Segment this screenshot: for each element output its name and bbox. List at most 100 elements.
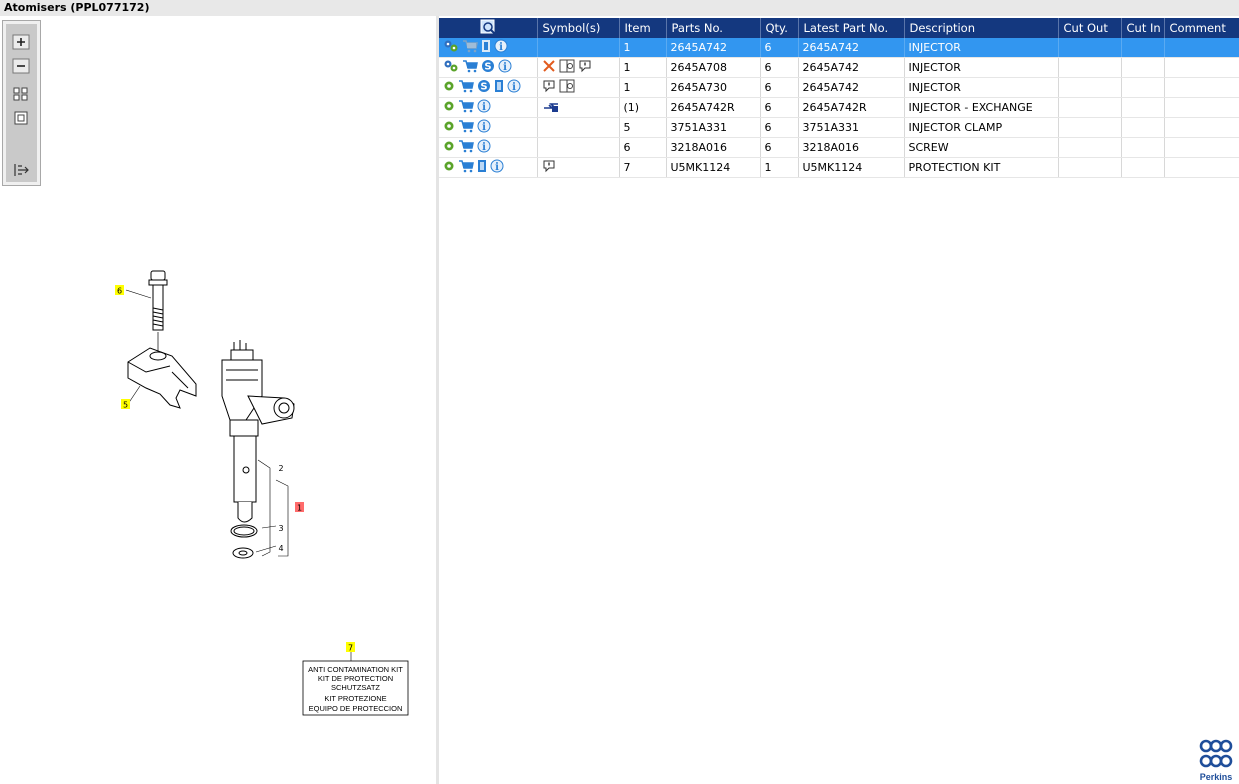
search-parts-icon[interactable]	[480, 19, 496, 35]
table-row[interactable]: Si 1 2645A708 6 2645A742 INJECTOR	[439, 57, 1239, 78]
cell-item: (1)	[619, 97, 667, 118]
gear-icon[interactable]	[443, 140, 455, 155]
cell-qty: 6	[760, 117, 799, 138]
cell-cut-out	[1058, 137, 1122, 158]
svg-text:i: i	[482, 122, 486, 133]
callout-6[interactable]: 6	[117, 287, 122, 296]
alert-icon[interactable]	[542, 159, 556, 176]
actual-size-button[interactable]	[11, 109, 31, 127]
fit-page-button[interactable]	[11, 85, 31, 103]
cell-cut-in	[1121, 38, 1165, 58]
callout-3[interactable]: 3	[278, 524, 283, 533]
svg-text:i: i	[482, 142, 486, 153]
table-row[interactable]: i (1) 2645A742R 6 2645A742R INJECTOR - EXCHAN…	[439, 97, 1239, 118]
cell-parts-no: 2645A742R	[666, 97, 761, 118]
brand-name: Perkins	[1199, 772, 1233, 782]
supersession-icon[interactable]: S	[477, 79, 491, 96]
cell-cut-in	[1121, 77, 1165, 98]
diagram-pane[interactable]: 6 5 2 1 3 4 7 ANTI CONTAMINATION KIT KIT…	[0, 16, 436, 784]
callout-2[interactable]: 2	[278, 464, 283, 473]
callout-5[interactable]: 5	[123, 401, 128, 410]
gear-icon[interactable]	[443, 160, 455, 175]
cogs-icon[interactable]	[443, 59, 459, 76]
cart-icon[interactable]	[458, 139, 474, 156]
cart-icon[interactable]	[458, 79, 474, 96]
cell-qty: 1	[760, 157, 799, 178]
row-actions: Si	[439, 57, 538, 78]
row-symbols	[537, 117, 620, 138]
injector-drawing[interactable]	[221, 340, 295, 523]
cell-item: 5	[619, 117, 667, 138]
cart-icon[interactable]	[458, 159, 474, 176]
table-row[interactable]: Si 1 2645A730 6 2645A742 INJECTOR	[439, 77, 1239, 98]
info-icon[interactable]: i	[498, 59, 512, 76]
cell-qty: 6	[760, 38, 799, 58]
info-icon[interactable]: i	[494, 39, 508, 56]
table-row[interactable]: i 6 3218A016 6 3218A016 SCREW	[439, 137, 1239, 158]
cart-icon[interactable]	[462, 39, 478, 56]
book-icon[interactable]	[559, 79, 575, 96]
column-header-symbols[interactable]: Symbol(s)	[537, 18, 620, 38]
cell-description: INJECTOR - EXCHANGE	[904, 97, 1059, 118]
cell-cut-out	[1058, 117, 1122, 138]
column-header-latest-part-no[interactable]: Latest Part No.	[798, 18, 905, 38]
cell-parts-no: 3218A016	[666, 137, 761, 158]
info-icon[interactable]: i	[477, 119, 491, 136]
column-header-description[interactable]: Description	[904, 18, 1059, 38]
gear-icon[interactable]	[443, 100, 455, 115]
column-header-cut-in[interactable]: Cut In	[1121, 18, 1165, 38]
cell-parts-no: U5MK1124	[666, 157, 761, 178]
table-row[interactable]: i 5 3751A331 6 3751A331 INJECTOR CLAMP	[439, 117, 1239, 138]
clamp-drawing[interactable]	[127, 347, 197, 409]
supersession-icon[interactable]: S	[481, 59, 495, 76]
callout-7[interactable]: 7	[348, 644, 353, 653]
cell-description: PROTECTION KIT	[904, 157, 1059, 178]
cart-icon[interactable]	[458, 99, 474, 116]
cross-icon[interactable]	[542, 59, 556, 76]
column-header-parts-no[interactable]: Parts No.	[666, 18, 761, 38]
exchange-icon[interactable]	[542, 99, 560, 116]
kit-label-line: EQUIPO DE PROTECCION	[309, 704, 403, 713]
expand-panel-button[interactable]	[11, 161, 31, 179]
callout-1[interactable]: 1	[297, 504, 302, 513]
o-ring-drawing[interactable]	[230, 524, 258, 538]
column-header-actions[interactable]	[439, 18, 538, 38]
column-header-qty[interactable]: Qty.	[760, 18, 799, 38]
cogs-icon[interactable]	[443, 39, 459, 56]
column-header-item[interactable]: Item	[619, 18, 667, 38]
row-actions: i	[439, 38, 538, 58]
cell-latest-part-no: 2645A742	[798, 77, 905, 98]
cart-icon[interactable]	[458, 119, 474, 136]
cell-description: INJECTOR	[904, 38, 1059, 58]
column-header-cut-out[interactable]: Cut Out	[1058, 18, 1122, 38]
kit-label-line: KIT DE PROTECTION	[318, 674, 393, 683]
document-icon[interactable]	[481, 39, 491, 56]
washer-drawing[interactable]	[232, 547, 254, 559]
row-symbols	[537, 77, 620, 98]
table-row[interactable]: i 7 U5MK1124 1 U5MK1124 PROTECTION KIT	[439, 157, 1239, 178]
row-symbols	[537, 157, 620, 178]
zoom-in-button[interactable]	[11, 33, 31, 51]
actual-size-icon	[14, 111, 28, 125]
document-icon[interactable]	[494, 79, 504, 96]
column-header-comment[interactable]: Comment	[1164, 18, 1239, 38]
cell-cut-out	[1058, 97, 1122, 118]
document-icon[interactable]	[477, 159, 487, 176]
book-icon[interactable]	[559, 59, 575, 76]
cell-parts-no: 2645A708	[666, 57, 761, 78]
cart-icon[interactable]	[462, 59, 478, 76]
info-icon[interactable]: i	[477, 139, 491, 156]
gear-icon[interactable]	[443, 120, 455, 135]
info-icon[interactable]: i	[507, 79, 521, 96]
callout-4[interactable]: 4	[278, 544, 283, 553]
svg-text:i: i	[482, 102, 486, 113]
bolt-drawing[interactable]	[148, 270, 168, 352]
alert-icon[interactable]	[578, 59, 592, 76]
svg-text:i: i	[503, 62, 507, 73]
zoom-out-button[interactable]	[11, 57, 31, 75]
info-icon[interactable]: i	[490, 159, 504, 176]
table-row[interactable]: i 1 2645A742 6 2645A742 INJECTOR	[439, 38, 1239, 58]
info-icon[interactable]: i	[477, 99, 491, 116]
gear-icon[interactable]	[443, 80, 455, 95]
alert-icon[interactable]	[542, 79, 556, 96]
